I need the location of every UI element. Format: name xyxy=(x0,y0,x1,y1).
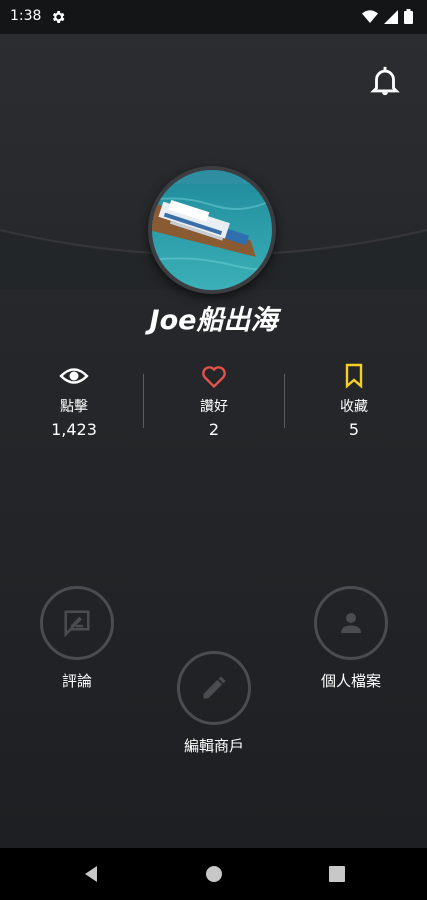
profile-button[interactable]: 個人檔案 xyxy=(281,586,421,691)
reviews-circle[interactable] xyxy=(40,586,114,660)
status-bar: 1:38 xyxy=(0,0,427,34)
settings-gear-icon xyxy=(52,11,65,23)
stat-views-label: 點擊 xyxy=(60,399,88,415)
home-icon[interactable] xyxy=(202,862,226,886)
cellular-signal-icon xyxy=(384,9,398,24)
battery-icon xyxy=(404,9,413,24)
edit-merchant-circle[interactable] xyxy=(177,651,251,725)
stat-likes-label: 讚好 xyxy=(200,399,228,415)
profile-name: Joe船出海 xyxy=(149,305,278,336)
profile-avatar[interactable] xyxy=(148,166,276,294)
stat-favorites-label: 收藏 xyxy=(340,399,368,415)
comment-edit-icon xyxy=(64,610,90,638)
edit-merchant-button[interactable]: 編輯商戶 xyxy=(144,651,284,756)
person-icon xyxy=(341,613,361,633)
reviews-button[interactable]: 評論 xyxy=(7,586,147,691)
stat-views-value: 1,423 xyxy=(51,420,97,439)
boat-photo xyxy=(152,170,272,290)
profile-label: 個人檔案 xyxy=(320,672,381,690)
pencil-icon xyxy=(203,676,226,699)
recents-icon[interactable] xyxy=(325,862,349,886)
eye-icon xyxy=(59,368,89,384)
avatar-image xyxy=(152,170,272,290)
status-time: 1:38 xyxy=(10,8,42,24)
stat-likes-value: 2 xyxy=(208,420,220,439)
edit-merchant-label: 編輯商戶 xyxy=(183,737,244,755)
back-icon[interactable] xyxy=(79,862,103,886)
profile-circle[interactable] xyxy=(314,586,388,660)
stat-favorites-value: 5 xyxy=(348,420,360,439)
page-background xyxy=(0,34,427,900)
heart-icon xyxy=(202,366,226,389)
bookmark-icon xyxy=(345,363,363,389)
stats-row: 點擊 1,423 讚好 2 收藏 5 xyxy=(0,362,427,442)
notification-bell-icon[interactable] xyxy=(368,64,402,98)
stat-likes: 讚好 2 xyxy=(144,362,284,439)
stat-favorites: 收藏 5 xyxy=(284,362,424,439)
system-navigation-bar xyxy=(0,848,427,900)
wifi-icon xyxy=(362,9,378,23)
reviews-label: 評論 xyxy=(61,672,92,690)
status-icons xyxy=(362,9,413,24)
stat-views: 點擊 1,423 xyxy=(4,362,144,439)
